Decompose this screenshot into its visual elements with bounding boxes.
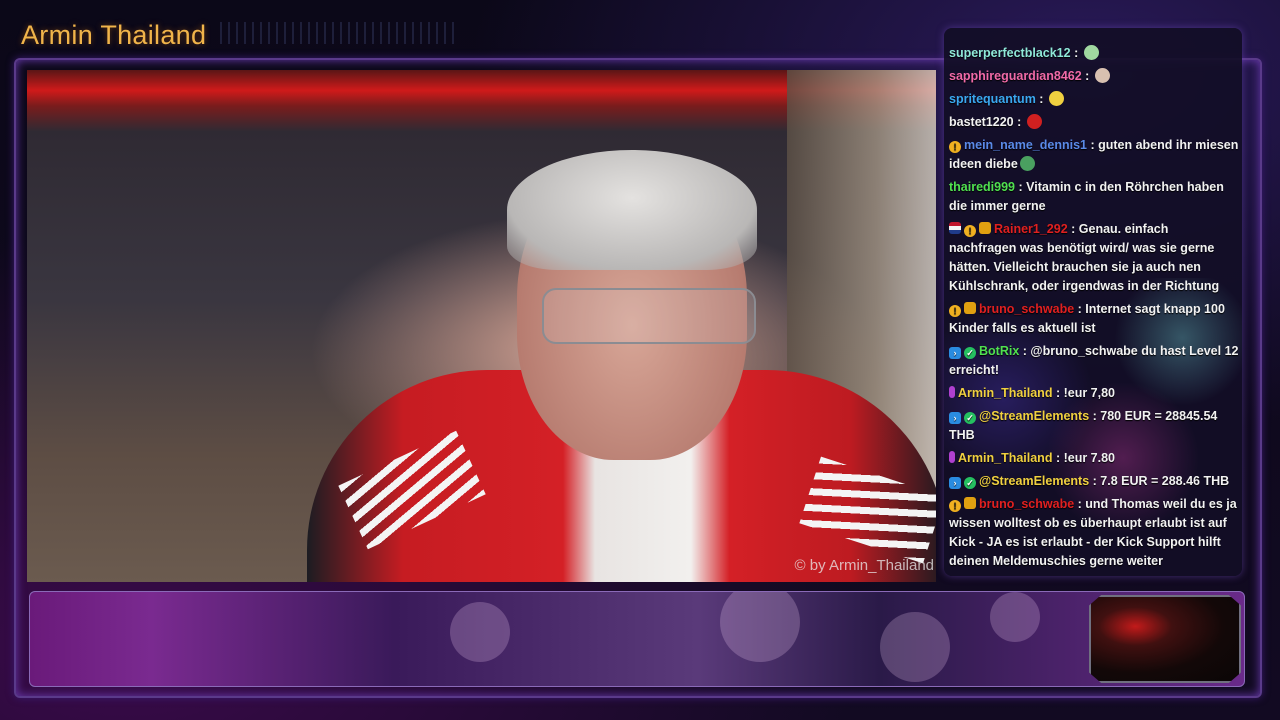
chat-separator: : <box>1070 46 1082 60</box>
chat-separator: : <box>1081 69 1093 83</box>
streamer-hair <box>507 150 757 270</box>
chat-username[interactable]: Armin_Thailand <box>958 386 1052 400</box>
crown-badge-icon <box>964 497 976 509</box>
mic-badge-icon <box>949 386 955 398</box>
chat-message: ! Rainer1_292 : Genau. einfach nachfragen… <box>949 220 1239 296</box>
bokeh-light <box>880 612 950 682</box>
bokeh-light <box>990 592 1040 642</box>
red-emote-icon <box>1026 114 1042 129</box>
bokeh-light <box>720 592 800 662</box>
bot-badge-icon: › <box>949 477 961 489</box>
chat-username[interactable]: @StreamElements <box>979 409 1089 423</box>
chat-username[interactable]: bruno_schwabe <box>979 497 1074 511</box>
chat-message: Armin_Thailand : !eur 7.80 <box>949 449 1239 468</box>
chat-message: ! bruno_schwabe : Internet sagt knapp 100… <box>949 300 1239 338</box>
chat-username[interactable]: Rainer1_292 <box>994 222 1068 236</box>
chat-separator: : <box>1015 180 1027 194</box>
chat-message: Armin_Thailand : !eur 7,80 <box>949 384 1239 403</box>
chat-message: ! mein_name_dennis1 : guten abend ihr mie… <box>949 136 1239 174</box>
crown-badge-icon <box>979 222 991 234</box>
chat-separator: : <box>1013 115 1025 129</box>
chat-message: spritequantum : <box>949 90 1239 109</box>
check-badge-icon: ✓ <box>964 412 976 424</box>
chat-message-list[interactable]: superperfectblack12 : sapphireguardian84… <box>949 44 1239 575</box>
chat-username[interactable]: thairedi999 <box>949 180 1015 194</box>
chat-username[interactable]: sapphireguardian8462 <box>949 69 1082 83</box>
webcam-video: © by Armin_Thailand <box>27 70 936 582</box>
chat-username[interactable]: bastet1220 <box>949 115 1014 129</box>
info-badge-icon: ! <box>949 305 961 317</box>
chat-message: sapphireguardian8462 : <box>949 67 1239 86</box>
chat-username[interactable]: superperfectblack12 <box>949 46 1071 60</box>
check-badge-icon: ✓ <box>964 347 976 359</box>
chat-separator: : <box>1074 497 1086 511</box>
chat-separator: : <box>1067 222 1079 236</box>
ghost-emote-icon <box>1083 45 1099 60</box>
bot-badge-icon: › <box>949 347 961 359</box>
chat-message: superperfectblack12 : <box>949 44 1239 63</box>
bottom-banner <box>29 591 1245 687</box>
chat-panel: superperfectblack12 : sapphireguardian84… <box>944 28 1242 576</box>
chat-separator: : <box>1052 451 1064 465</box>
chat-separator: : <box>1019 344 1031 358</box>
mic-badge-icon <box>949 451 955 463</box>
info-badge-icon: ! <box>964 225 976 237</box>
chat-text: 7.8 EUR = 288.46 THB <box>1100 474 1230 488</box>
chat-username[interactable]: mein_name_dennis1 <box>964 138 1087 152</box>
chat-separator: : <box>1035 92 1047 106</box>
chat-message: › ✓ @StreamElements : 780 EUR = 28845.54 T… <box>949 407 1239 445</box>
crown-badge-icon <box>964 302 976 314</box>
check-badge-icon: ✓ <box>964 477 976 489</box>
info-badge-icon: ! <box>949 500 961 512</box>
streamer-glasses <box>542 288 756 344</box>
title-decoration <box>220 22 460 44</box>
chat-username[interactable]: BotRix <box>979 344 1019 358</box>
chat-message: thairedi999 : Vitamin c in den Röhrchen … <box>949 178 1239 216</box>
flag-badge-icon <box>949 222 961 234</box>
chat-username[interactable]: bruno_schwabe <box>979 302 1074 316</box>
chat-separator: : <box>1052 386 1064 400</box>
chat-text: !eur 7,80 <box>1063 386 1115 400</box>
bot-badge-icon: › <box>949 412 961 424</box>
chat-username[interactable]: @StreamElements <box>979 474 1089 488</box>
frog-emote-icon <box>1019 156 1035 171</box>
chat-separator: : <box>1074 302 1086 316</box>
chat-separator: : <box>1086 138 1099 152</box>
chat-message: › ✓ BotRix : @bruno_schwabe du hast Level … <box>949 342 1239 380</box>
chat-username[interactable]: spritequantum <box>949 92 1036 106</box>
chat-message: › ✓ @StreamElements : 7.8 EUR = 288.46 THB <box>949 472 1239 491</box>
face-emote-icon <box>1094 68 1110 83</box>
mini-camera-preview <box>1089 595 1241 683</box>
channel-title: Armin Thailand <box>21 20 207 50</box>
chat-message: ! bruno_schwabe : und Thomas weil du es j… <box>949 495 1239 571</box>
chat-separator: : <box>1089 474 1101 488</box>
info-badge-icon: ! <box>949 141 961 153</box>
bokeh-light <box>450 602 510 662</box>
chat-text: !eur 7.80 <box>1063 451 1115 465</box>
banana-emote-icon <box>1048 91 1064 106</box>
chat-message: bastet1220 : <box>949 113 1239 132</box>
chat-separator: : <box>1089 409 1101 423</box>
chat-username[interactable]: Armin_Thailand <box>958 451 1052 465</box>
video-watermark: © by Armin_Thailand <box>794 557 934 574</box>
